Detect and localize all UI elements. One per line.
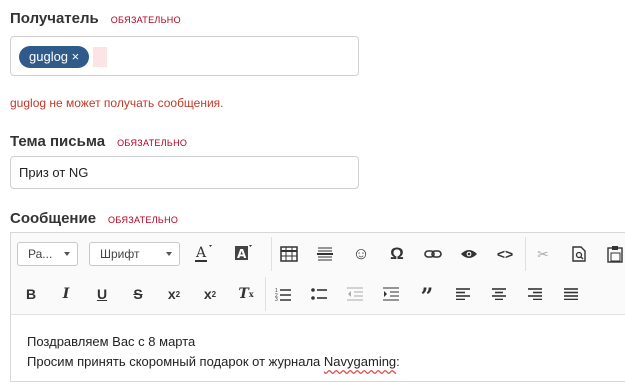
underline-icon[interactable]: U: [90, 282, 114, 306]
svg-text:A: A: [237, 247, 247, 261]
preview-eye-icon[interactable]: [457, 242, 481, 266]
required-tag: ОБЯЗАТЕЛЬНО: [110, 15, 181, 25]
emoji-icon[interactable]: ☺: [349, 242, 373, 266]
subject-input[interactable]: Приз от NG: [10, 156, 359, 189]
paste-icon[interactable]: [603, 242, 625, 266]
text-color-icon[interactable]: A: [191, 242, 215, 266]
svg-text:3: 3: [275, 297, 278, 301]
special-character-icon[interactable]: Ω: [385, 242, 409, 266]
subject-label: Тема письма: [10, 133, 106, 150]
outdent-icon[interactable]: [343, 282, 367, 306]
background-color-icon[interactable]: A: [231, 242, 255, 266]
subscript-icon[interactable]: x2: [162, 282, 186, 306]
format-select-value: Ра...: [28, 247, 53, 261]
font-select-value: Шрифт: [100, 247, 140, 261]
recipient-label-row: Получатель ОБЯЗАТЕЛЬНО: [10, 10, 181, 27]
recipient-error: guglog не может получать сообщения.: [10, 96, 224, 110]
content-line: Поздравляем Вас с 8 марта: [27, 334, 196, 349]
toolbar-divider: [265, 277, 266, 311]
cut-icon[interactable]: ✂: [531, 242, 555, 266]
strikethrough-icon[interactable]: S: [126, 282, 150, 306]
chevron-down-icon: [64, 252, 70, 256]
content-line-text: Просим принять скоромный подарок от журн…: [27, 354, 324, 369]
editor-toolbar-row-1: Ра... Шрифт A A ☺ Ω <> ✂: [11, 233, 625, 273]
numbered-list-icon[interactable]: 123: [271, 282, 295, 306]
align-justify-icon[interactable]: [559, 282, 583, 306]
editor-content[interactable]: Поздравляем Вас с 8 марта Просим принять…: [27, 332, 400, 372]
recipient-chip[interactable]: guglog ×: [19, 46, 90, 68]
subject-label-row: Тема письма ОБЯЗАТЕЛЬНО: [10, 133, 187, 150]
message-editor[interactable]: Ра... Шрифт A A ☺ Ω <> ✂ B I U S x 2 x 2…: [10, 232, 625, 382]
blockquote-icon[interactable]: ”: [415, 282, 439, 310]
content-line-tail: :: [396, 354, 400, 369]
subject-value: Приз от NG: [19, 165, 89, 180]
misspelled-word: Navygaming: [323, 354, 397, 369]
content-line: Просим принять скоромный подарок от журн…: [27, 352, 400, 372]
table-icon[interactable]: [277, 242, 301, 266]
italic-icon[interactable]: I: [54, 282, 78, 306]
toolbar-divider: [525, 237, 526, 271]
toolbar-divider: [271, 237, 272, 271]
font-select[interactable]: Шрифт: [89, 242, 180, 266]
link-icon[interactable]: [421, 242, 445, 266]
format-select[interactable]: Ра...: [17, 242, 78, 266]
horizontal-rule-icon[interactable]: [313, 242, 337, 266]
indent-icon[interactable]: [379, 282, 403, 306]
chevron-down-icon: [166, 252, 172, 256]
recipient-label: Получатель: [10, 10, 99, 27]
editor-toolbar-row-2: B I U S x2 x2 Tx 123 ”: [11, 273, 625, 315]
align-left-icon[interactable]: [451, 282, 475, 306]
svg-text:A: A: [195, 245, 207, 261]
align-center-icon[interactable]: [487, 282, 511, 306]
source-code-icon[interactable]: <>: [493, 242, 517, 266]
required-tag: ОБЯЗАТЕЛЬНО: [117, 138, 188, 148]
bold-icon[interactable]: B: [19, 282, 43, 306]
bullet-list-icon[interactable]: [307, 282, 331, 306]
message-label-row: Сообщение ОБЯЗАТЕЛЬНО: [10, 210, 178, 227]
align-right-icon[interactable]: [523, 282, 547, 306]
required-tag: ОБЯЗАТЕЛЬНО: [108, 215, 179, 225]
message-label: Сообщение: [10, 210, 97, 227]
recipient-input-caret-area[interactable]: [93, 47, 107, 67]
recipient-input[interactable]: guglog ×: [10, 36, 359, 76]
clear-formatting-icon[interactable]: Tx: [234, 282, 258, 306]
paste-text-icon[interactable]: [567, 242, 591, 266]
superscript-icon[interactable]: x2: [198, 282, 222, 306]
